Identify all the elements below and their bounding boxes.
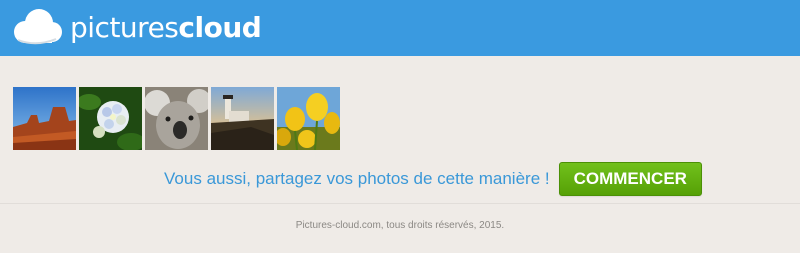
logo-text: picturescloud (70, 10, 262, 44)
site-logo[interactable]: picturescloud (8, 3, 262, 51)
site-header: picturescloud (0, 0, 800, 56)
start-button[interactable]: COMMENCER (558, 162, 702, 196)
thumbnail-lighthouse[interactable] (211, 87, 274, 150)
logo-text-cloud: cloud (178, 10, 262, 44)
cta-text: Vous aussi, partagez vos photos de cette… (164, 169, 550, 188)
thumbnail-hydrangea[interactable] (79, 87, 142, 150)
cta-row: Vous aussi, partagez vos photos de cette… (0, 161, 800, 197)
thumbnail-desert[interactable] (13, 87, 76, 150)
photo-gallery (13, 87, 340, 150)
logo-text-pictures: pictures (70, 10, 179, 44)
footer-copyright: Pictures-cloud.com, tous droits réservés… (295, 220, 505, 231)
thumbnail-tulips[interactable] (277, 87, 340, 150)
thumbnail-koala[interactable] (145, 87, 208, 150)
main-content: Vous aussi, partagez vos photos de cette… (0, 56, 800, 204)
cloud-icon (14, 9, 62, 45)
